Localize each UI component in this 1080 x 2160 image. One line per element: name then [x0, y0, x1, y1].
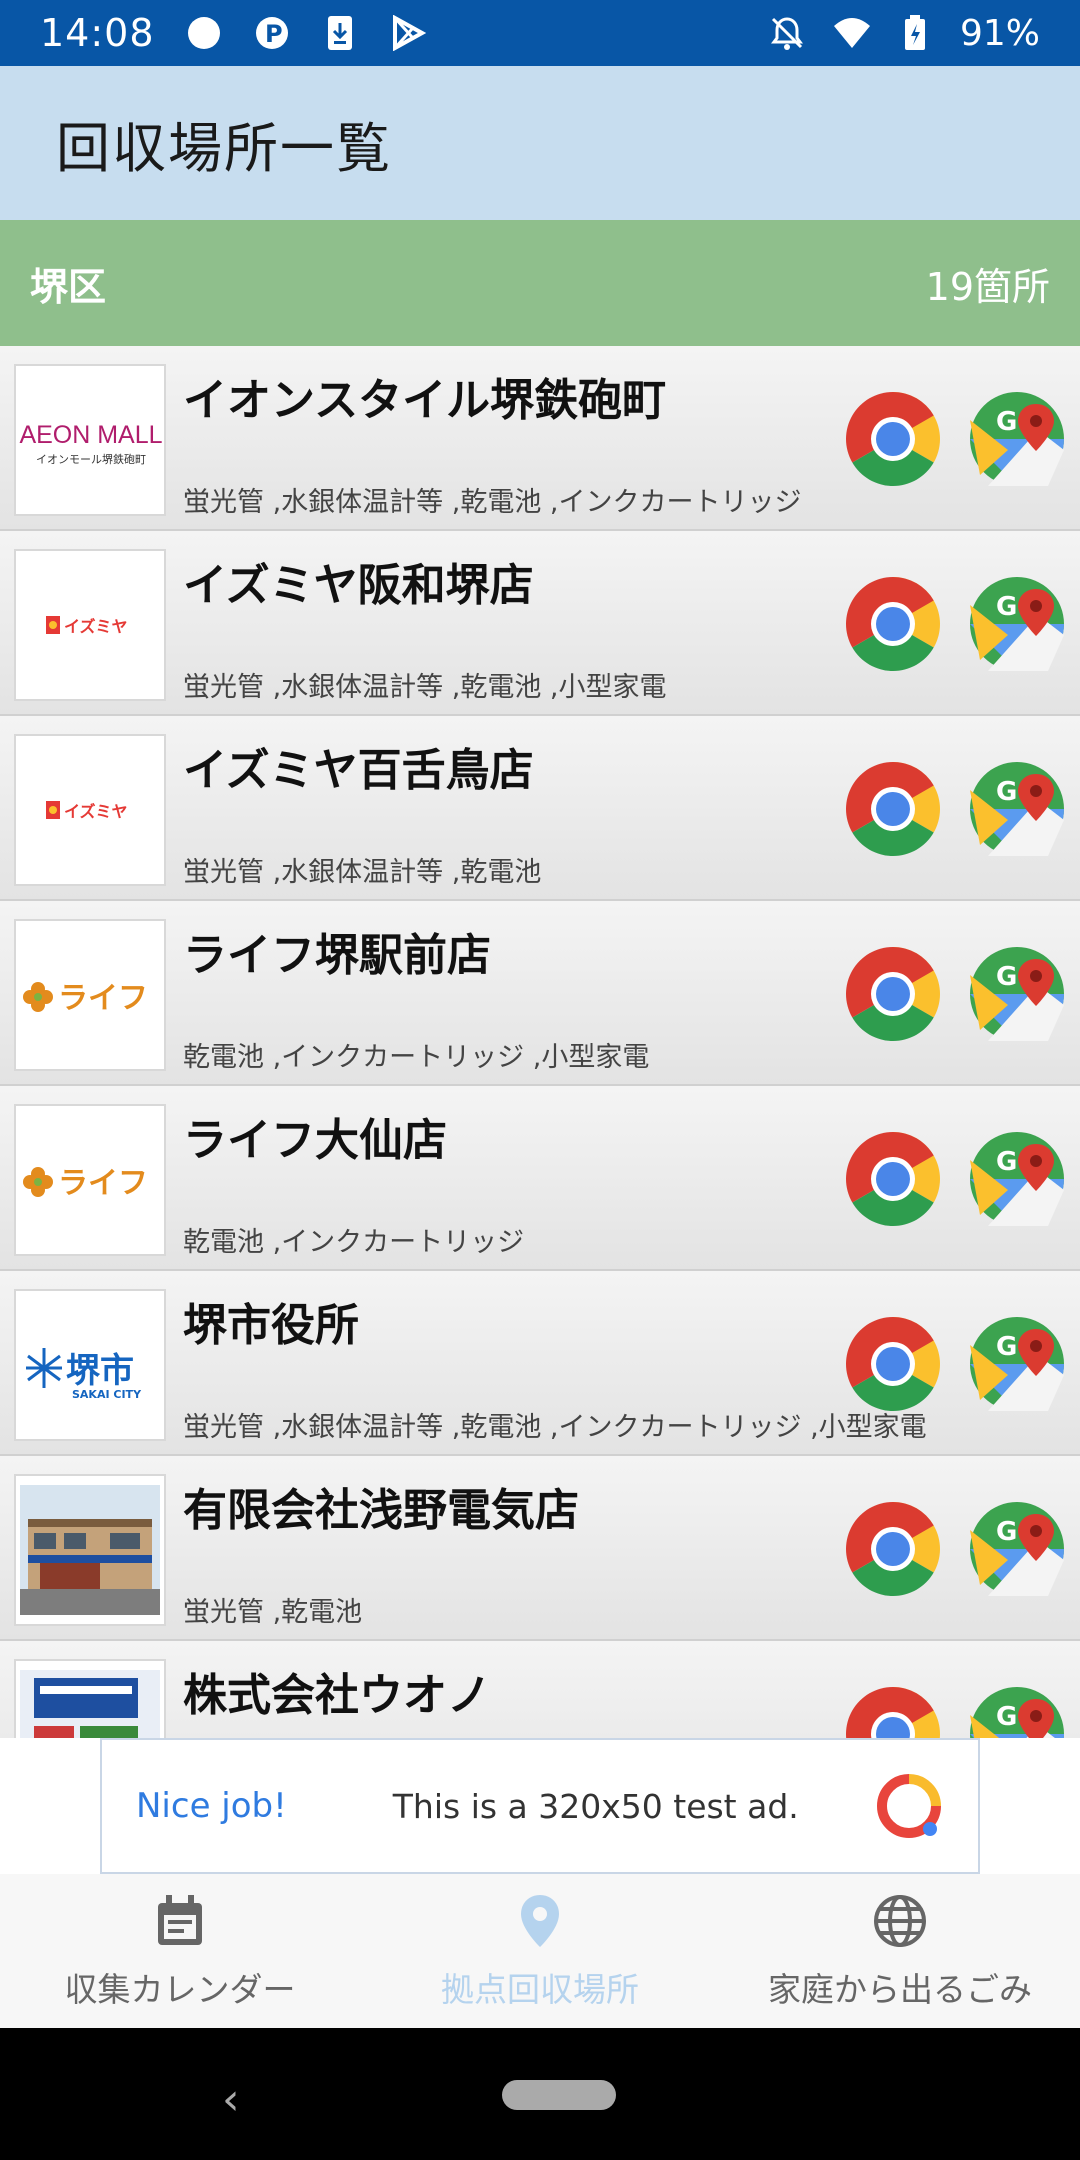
store-logo-life: ライフ: [14, 1104, 166, 1256]
store-logo-life: ライフ: [14, 919, 166, 1071]
svg-text:G: G: [996, 592, 1017, 622]
wifi-icon: [832, 14, 870, 52]
location-pin-icon: [521, 1895, 559, 1947]
chrome-icon[interactable]: [844, 945, 942, 1043]
nav-label: 収集カレンダー: [64, 1970, 296, 2009]
list-item[interactable]: 有限会社浅野電気店 蛍光管 ,乾電池 G: [0, 1456, 1080, 1641]
svg-text:堺市: 堺市: [66, 1351, 134, 1391]
battery-icon: [896, 14, 934, 52]
item-categories: 乾電池 ,インクカートリッジ: [183, 1227, 525, 1258]
svg-text:G: G: [996, 1147, 1017, 1177]
store-logo-aeon: AEON MALL イオンモール堺鉄砲町: [14, 364, 166, 516]
system-nav-bar: ‹: [0, 2028, 1080, 2160]
item-categories: 乾電池 ,インクカートリッジ ,小型家電: [183, 1042, 650, 1073]
svg-text:ライフ: ライフ: [58, 1166, 148, 1201]
ward-name: 堺区: [30, 264, 107, 309]
ad-text: This is a 320x50 test ad.: [392, 1786, 799, 1826]
list-item[interactable]: ライフ ライフ堺駅前店 乾電池 ,インクカートリッジ ,小型家電 G: [0, 901, 1080, 1086]
svg-text:G: G: [996, 1332, 1017, 1362]
item-name: イオンスタイル堺鉄砲町: [183, 375, 667, 426]
ward-header[interactable]: 堺区 19箇所: [0, 220, 1080, 346]
svg-text:SAKAI CITY: SAKAI CITY: [72, 1388, 142, 1401]
list-item[interactable]: イズミヤ イズミヤ百舌鳥店 蛍光管 ,水銀体温計等 ,乾電池 G: [0, 716, 1080, 901]
svg-text:G: G: [996, 1702, 1017, 1732]
list-item[interactable]: イズミヤ イズミヤ阪和堺店 蛍光管 ,水銀体温計等 ,乾電池 ,小型家電 G: [0, 531, 1080, 716]
page-title: 回収場所一覧: [56, 116, 392, 180]
list-item[interactable]: 堺市 SAKAI CITY 堺市役所 蛍光管 ,水銀体温計等 ,乾電池 ,インク…: [0, 1271, 1080, 1456]
google-maps-icon[interactable]: G: [968, 1130, 1066, 1228]
google-maps-icon[interactable]: G: [968, 760, 1066, 858]
svg-text:ライフ: ライフ: [58, 981, 148, 1016]
notifications-off-icon: [768, 14, 806, 52]
svg-text:P: P: [265, 20, 283, 48]
google-maps-icon[interactable]: G: [968, 575, 1066, 673]
item-name: ライフ大仙店: [183, 1115, 447, 1166]
svg-text:G: G: [996, 777, 1017, 807]
battery-level: 91%: [959, 12, 1040, 54]
store-photo-uono: [14, 1659, 166, 1738]
item-categories: 蛍光管 ,水銀体温計等 ,乾電池 ,インクカートリッジ: [183, 487, 802, 518]
item-name: イズミヤ百舌鳥店: [183, 745, 534, 796]
item-name: 有限会社浅野電気店: [183, 1485, 579, 1536]
chrome-icon[interactable]: [844, 1315, 942, 1413]
status-time: 14:08: [40, 11, 155, 55]
chrome-icon[interactable]: [844, 760, 942, 858]
download-icon: [321, 14, 359, 52]
google-maps-icon[interactable]: G: [968, 1315, 1066, 1413]
item-categories: 蛍光管 ,水銀体温計等 ,乾電池 ,小型家電: [183, 672, 667, 703]
svg-text:G: G: [996, 962, 1017, 992]
svg-text:AEON MALL: AEON MALL: [19, 421, 162, 449]
nav-collection-calendar[interactable]: 収集カレンダー: [0, 1874, 360, 2028]
google-maps-icon[interactable]: G: [968, 1500, 1066, 1598]
ad-banner[interactable]: Nice job! This is a 320x50 test ad.: [100, 1738, 980, 1874]
list-item[interactable]: ライフ ライフ大仙店 乾電池 ,インクカートリッジ G: [0, 1086, 1080, 1271]
store-logo-izumiya: イズミヤ: [14, 549, 166, 701]
google-maps-icon[interactable]: G: [968, 390, 1066, 488]
chrome-icon[interactable]: [844, 390, 942, 488]
nav-collection-points[interactable]: 拠点回収場所: [360, 1874, 720, 2028]
svg-text:イオンモール堺鉄砲町: イオンモール堺鉄砲町: [36, 452, 146, 466]
item-name: イズミヤ阪和堺店: [183, 560, 534, 611]
location-list[interactable]: AEON MALL イオンモール堺鉄砲町 イオンスタイル堺鉄砲町 蛍光管 ,水銀…: [0, 346, 1080, 1738]
item-name: ライフ堺駅前店: [183, 930, 491, 981]
nav-label: 拠点回収場所: [441, 1970, 639, 2009]
nav-label: 家庭から出るごみ: [768, 1970, 1032, 2009]
status-bar: 14:08 P 91%: [0, 0, 1080, 66]
parking-icon: P: [253, 14, 291, 52]
item-categories: 蛍光管 ,水銀体温計等 ,乾電池 ,インクカートリッジ ,小型家電: [183, 1412, 927, 1443]
chrome-icon[interactable]: [844, 1685, 942, 1738]
globe-icon: [874, 1895, 926, 1947]
home-button[interactable]: [502, 2080, 616, 2110]
google-maps-icon[interactable]: G: [968, 1685, 1066, 1738]
store-logo-sakai-city: 堺市 SAKAI CITY: [14, 1289, 166, 1441]
store-logo-izumiya: イズミヤ: [14, 734, 166, 886]
chrome-icon[interactable]: [844, 1500, 942, 1598]
circle-icon: [185, 14, 223, 52]
svg-text:イズミヤ: イズミヤ: [64, 617, 128, 636]
item-name: 堺市役所: [183, 1300, 359, 1351]
svg-text:G: G: [996, 407, 1017, 437]
ad-nice-job: Nice job!: [136, 1786, 287, 1826]
item-categories: 蛍光管 ,乾電池: [183, 1597, 363, 1628]
chrome-icon[interactable]: [844, 1130, 942, 1228]
google-maps-icon[interactable]: G: [968, 945, 1066, 1043]
store-photo-asano-denki: [14, 1474, 166, 1626]
ward-count: 19箇所: [925, 264, 1050, 309]
item-name: 株式会社ウオノ: [183, 1670, 491, 1721]
app-bar: 回収場所一覧: [0, 66, 1080, 220]
admob-logo-icon: [874, 1771, 944, 1841]
item-categories: 蛍光管 ,水銀体温計等 ,乾電池: [183, 857, 542, 888]
chrome-icon[interactable]: [844, 575, 942, 673]
svg-text:G: G: [996, 1517, 1017, 1547]
nav-household-garbage[interactable]: 家庭から出るごみ: [720, 1874, 1080, 2028]
play-store-icon: [389, 14, 427, 52]
calendar-icon: [158, 1895, 202, 1945]
list-item[interactable]: 株式会社ウオノ G: [0, 1641, 1080, 1738]
list-item[interactable]: AEON MALL イオンモール堺鉄砲町 イオンスタイル堺鉄砲町 蛍光管 ,水銀…: [0, 346, 1080, 531]
svg-text:イズミヤ: イズミヤ: [64, 802, 128, 821]
bottom-nav: 収集カレンダー 拠点回収場所 家庭から出るごみ: [0, 1874, 1080, 2028]
back-button[interactable]: ‹: [222, 2074, 240, 2125]
